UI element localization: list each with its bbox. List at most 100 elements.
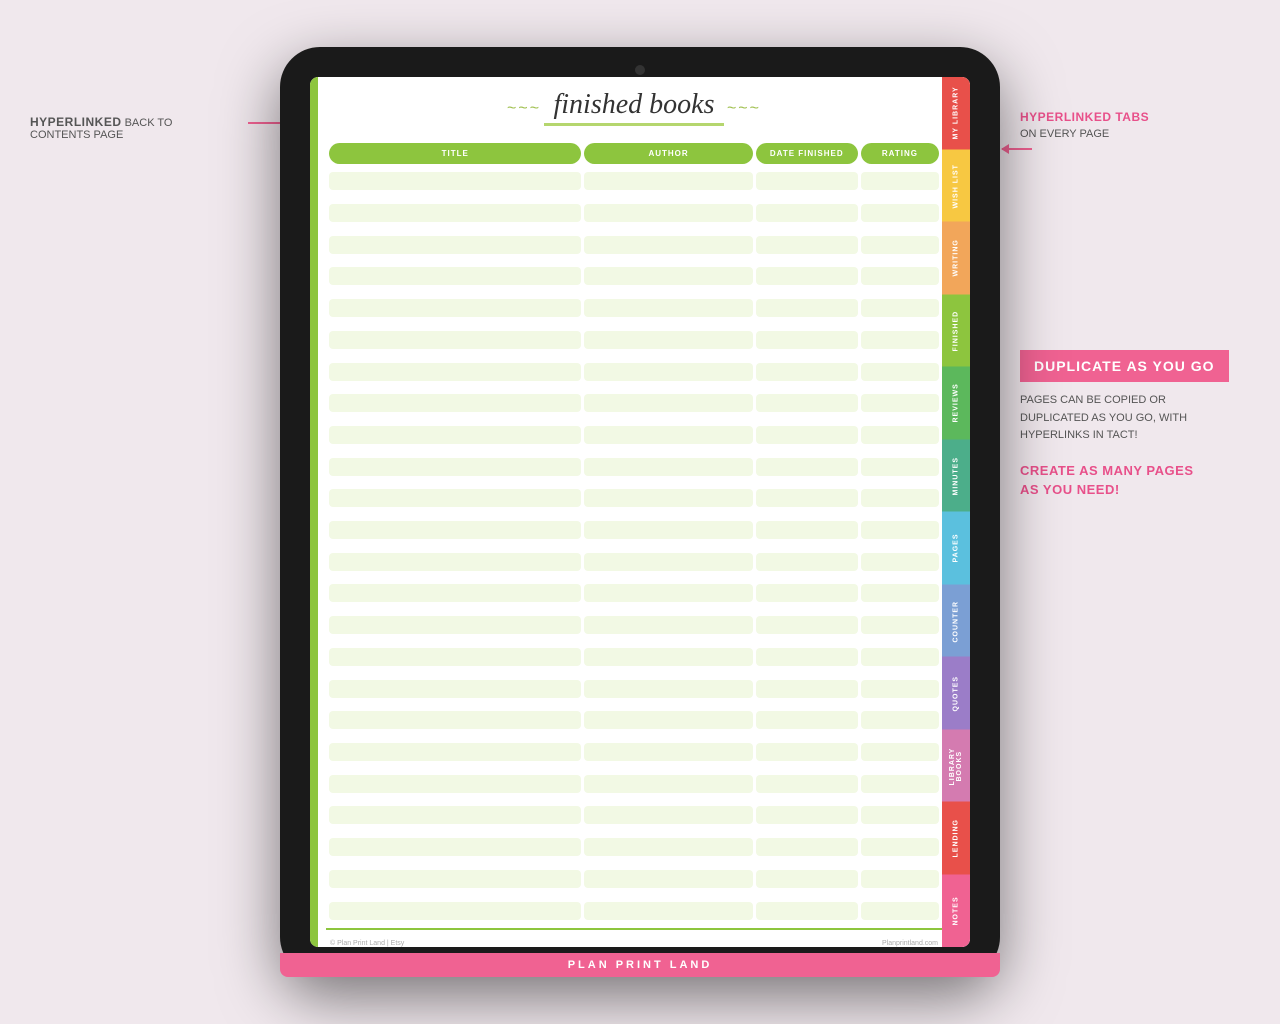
cell-title[interactable] — [329, 902, 581, 920]
cell-author[interactable] — [584, 584, 752, 602]
cell-date[interactable] — [756, 363, 858, 381]
cell-date[interactable] — [756, 331, 858, 349]
cell-rating[interactable] — [861, 299, 939, 317]
cell-author[interactable] — [584, 172, 752, 190]
tab-minutes[interactable]: MINUTES — [942, 440, 970, 513]
header-author[interactable]: AUTHOR — [584, 143, 752, 164]
cell-rating[interactable] — [861, 680, 939, 698]
cell-author[interactable] — [584, 775, 752, 793]
cell-date[interactable] — [756, 267, 858, 285]
cell-author[interactable] — [584, 426, 752, 444]
cell-date[interactable] — [756, 489, 858, 507]
cell-date[interactable] — [756, 680, 858, 698]
cell-rating[interactable] — [861, 775, 939, 793]
cell-author[interactable] — [584, 711, 752, 729]
cell-title[interactable] — [329, 204, 581, 222]
cell-author[interactable] — [584, 838, 752, 856]
cell-title[interactable] — [329, 775, 581, 793]
cell-title[interactable] — [329, 711, 581, 729]
cell-author[interactable] — [584, 553, 752, 571]
tab-reviews[interactable]: REVIEWS — [942, 367, 970, 440]
cell-author[interactable] — [584, 680, 752, 698]
tab-quotes[interactable]: QUOTES — [942, 657, 970, 730]
cell-date[interactable] — [756, 711, 858, 729]
cell-date[interactable] — [756, 236, 858, 254]
cell-author[interactable] — [584, 363, 752, 381]
cell-date[interactable] — [756, 870, 858, 888]
cell-rating[interactable] — [861, 806, 939, 824]
cell-author[interactable] — [584, 394, 752, 412]
tab-notes[interactable]: NOTES — [942, 875, 970, 948]
cell-date[interactable] — [756, 584, 858, 602]
tab-writing[interactable]: WRITING — [942, 222, 970, 295]
cell-title[interactable] — [329, 584, 581, 602]
cell-title[interactable] — [329, 426, 581, 444]
header-date[interactable]: DATE FINISHED — [756, 143, 858, 164]
cell-rating[interactable] — [861, 616, 939, 634]
cell-author[interactable] — [584, 902, 752, 920]
cell-rating[interactable] — [861, 267, 939, 285]
cell-date[interactable] — [756, 394, 858, 412]
cell-title[interactable] — [329, 363, 581, 381]
cell-rating[interactable] — [861, 521, 939, 539]
tab-library-books[interactable]: LIBRARY BOOKS — [942, 730, 970, 803]
cell-rating[interactable] — [861, 426, 939, 444]
tab-pages[interactable]: PAGES — [942, 512, 970, 585]
cell-title[interactable] — [329, 806, 581, 824]
cell-title[interactable] — [329, 680, 581, 698]
cell-title[interactable] — [329, 521, 581, 539]
cell-rating[interactable] — [861, 331, 939, 349]
cell-title[interactable] — [329, 394, 581, 412]
tab-finished[interactable]: FINISHED — [942, 295, 970, 368]
cell-date[interactable] — [756, 648, 858, 666]
cell-title[interactable] — [329, 299, 581, 317]
cell-date[interactable] — [756, 806, 858, 824]
header-rating[interactable]: RATING — [861, 143, 939, 164]
cell-title[interactable] — [329, 553, 581, 571]
cell-author[interactable] — [584, 648, 752, 666]
cell-author[interactable] — [584, 204, 752, 222]
cell-title[interactable] — [329, 616, 581, 634]
cell-rating[interactable] — [861, 902, 939, 920]
cell-rating[interactable] — [861, 204, 939, 222]
cell-rating[interactable] — [861, 743, 939, 761]
cell-rating[interactable] — [861, 458, 939, 476]
cell-date[interactable] — [756, 902, 858, 920]
cell-title[interactable] — [329, 743, 581, 761]
cell-author[interactable] — [584, 236, 752, 254]
tab-wish-list[interactable]: WISH LIST — [942, 150, 970, 223]
cell-title[interactable] — [329, 172, 581, 190]
cell-rating[interactable] — [861, 553, 939, 571]
cell-rating[interactable] — [861, 394, 939, 412]
cell-date[interactable] — [756, 616, 858, 634]
tab-lending[interactable]: LENDING — [942, 802, 970, 875]
tab-my-library[interactable]: MY LIBRARY — [942, 77, 970, 150]
cell-date[interactable] — [756, 838, 858, 856]
cell-rating[interactable] — [861, 363, 939, 381]
cell-date[interactable] — [756, 426, 858, 444]
cell-author[interactable] — [584, 870, 752, 888]
cell-date[interactable] — [756, 743, 858, 761]
cell-title[interactable] — [329, 838, 581, 856]
cell-date[interactable] — [756, 204, 858, 222]
cell-author[interactable] — [584, 743, 752, 761]
cell-rating[interactable] — [861, 172, 939, 190]
cell-rating[interactable] — [861, 870, 939, 888]
cell-author[interactable] — [584, 489, 752, 507]
cell-date[interactable] — [756, 553, 858, 571]
tab-counter[interactable]: COUNTER — [942, 585, 970, 658]
cell-title[interactable] — [329, 458, 581, 476]
cell-title[interactable] — [329, 870, 581, 888]
cell-rating[interactable] — [861, 711, 939, 729]
cell-author[interactable] — [584, 806, 752, 824]
cell-author[interactable] — [584, 331, 752, 349]
cell-author[interactable] — [584, 267, 752, 285]
cell-rating[interactable] — [861, 489, 939, 507]
cell-date[interactable] — [756, 458, 858, 476]
cell-author[interactable] — [584, 299, 752, 317]
cell-date[interactable] — [756, 521, 858, 539]
cell-rating[interactable] — [861, 648, 939, 666]
cell-author[interactable] — [584, 458, 752, 476]
header-title[interactable]: TITLE — [329, 143, 581, 164]
cell-title[interactable] — [329, 267, 581, 285]
